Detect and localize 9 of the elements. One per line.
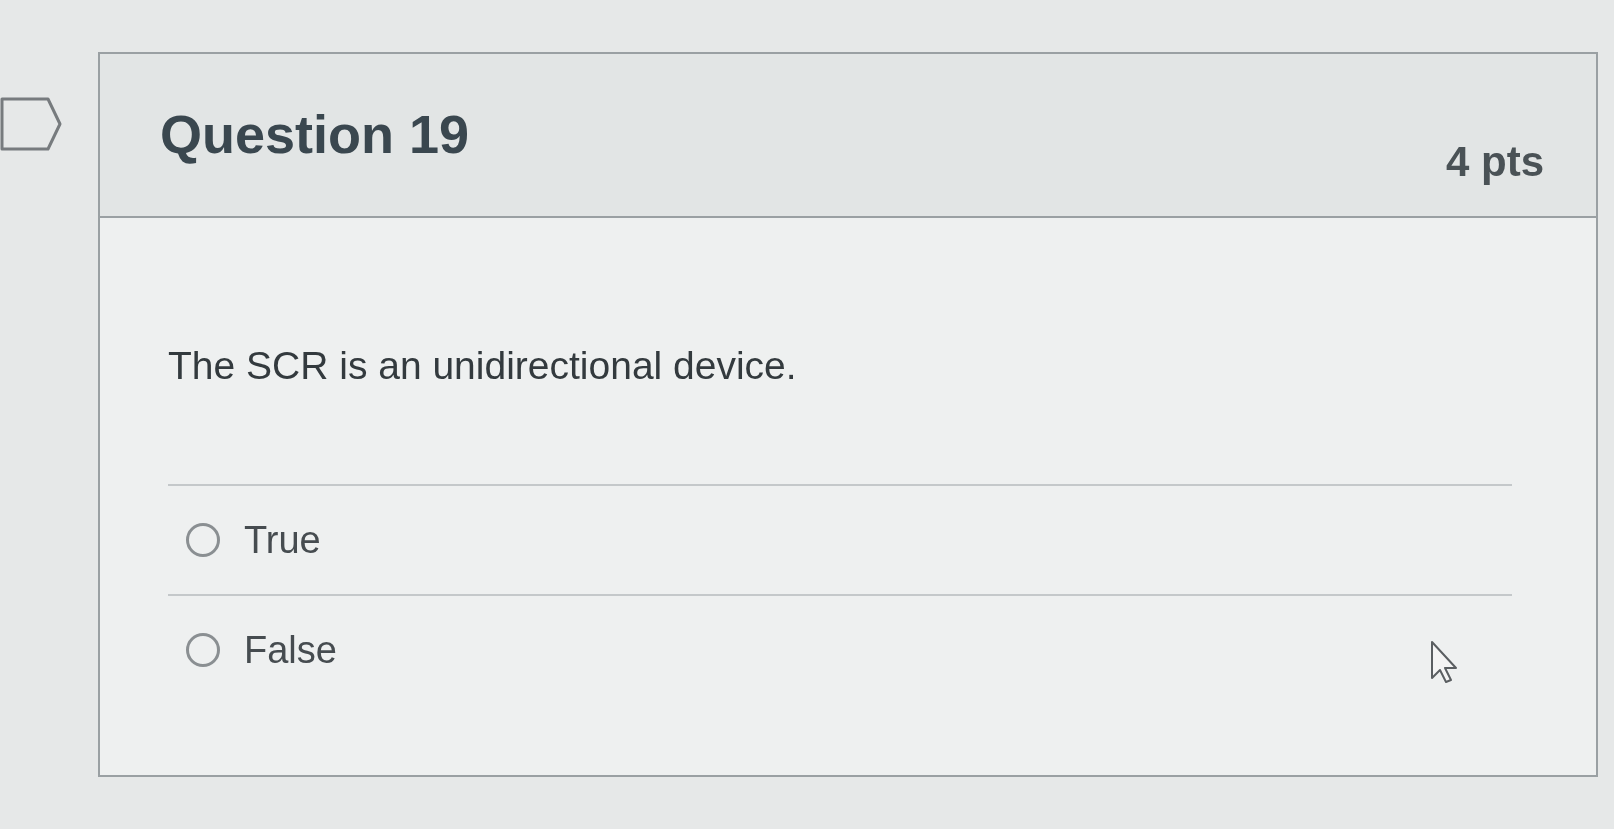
mouse-cursor-icon — [1430, 640, 1458, 684]
flag-icon[interactable] — [0, 96, 62, 152]
radio-button[interactable] — [186, 523, 220, 557]
question-text: The SCR is an unidirectional device. — [168, 343, 797, 389]
radio-button[interactable] — [186, 633, 220, 667]
points-label: 4 pts — [1445, 137, 1544, 187]
question-title: Question 19 — [160, 103, 470, 166]
answer-label: False — [244, 628, 337, 673]
answer-label: True — [244, 518, 321, 563]
